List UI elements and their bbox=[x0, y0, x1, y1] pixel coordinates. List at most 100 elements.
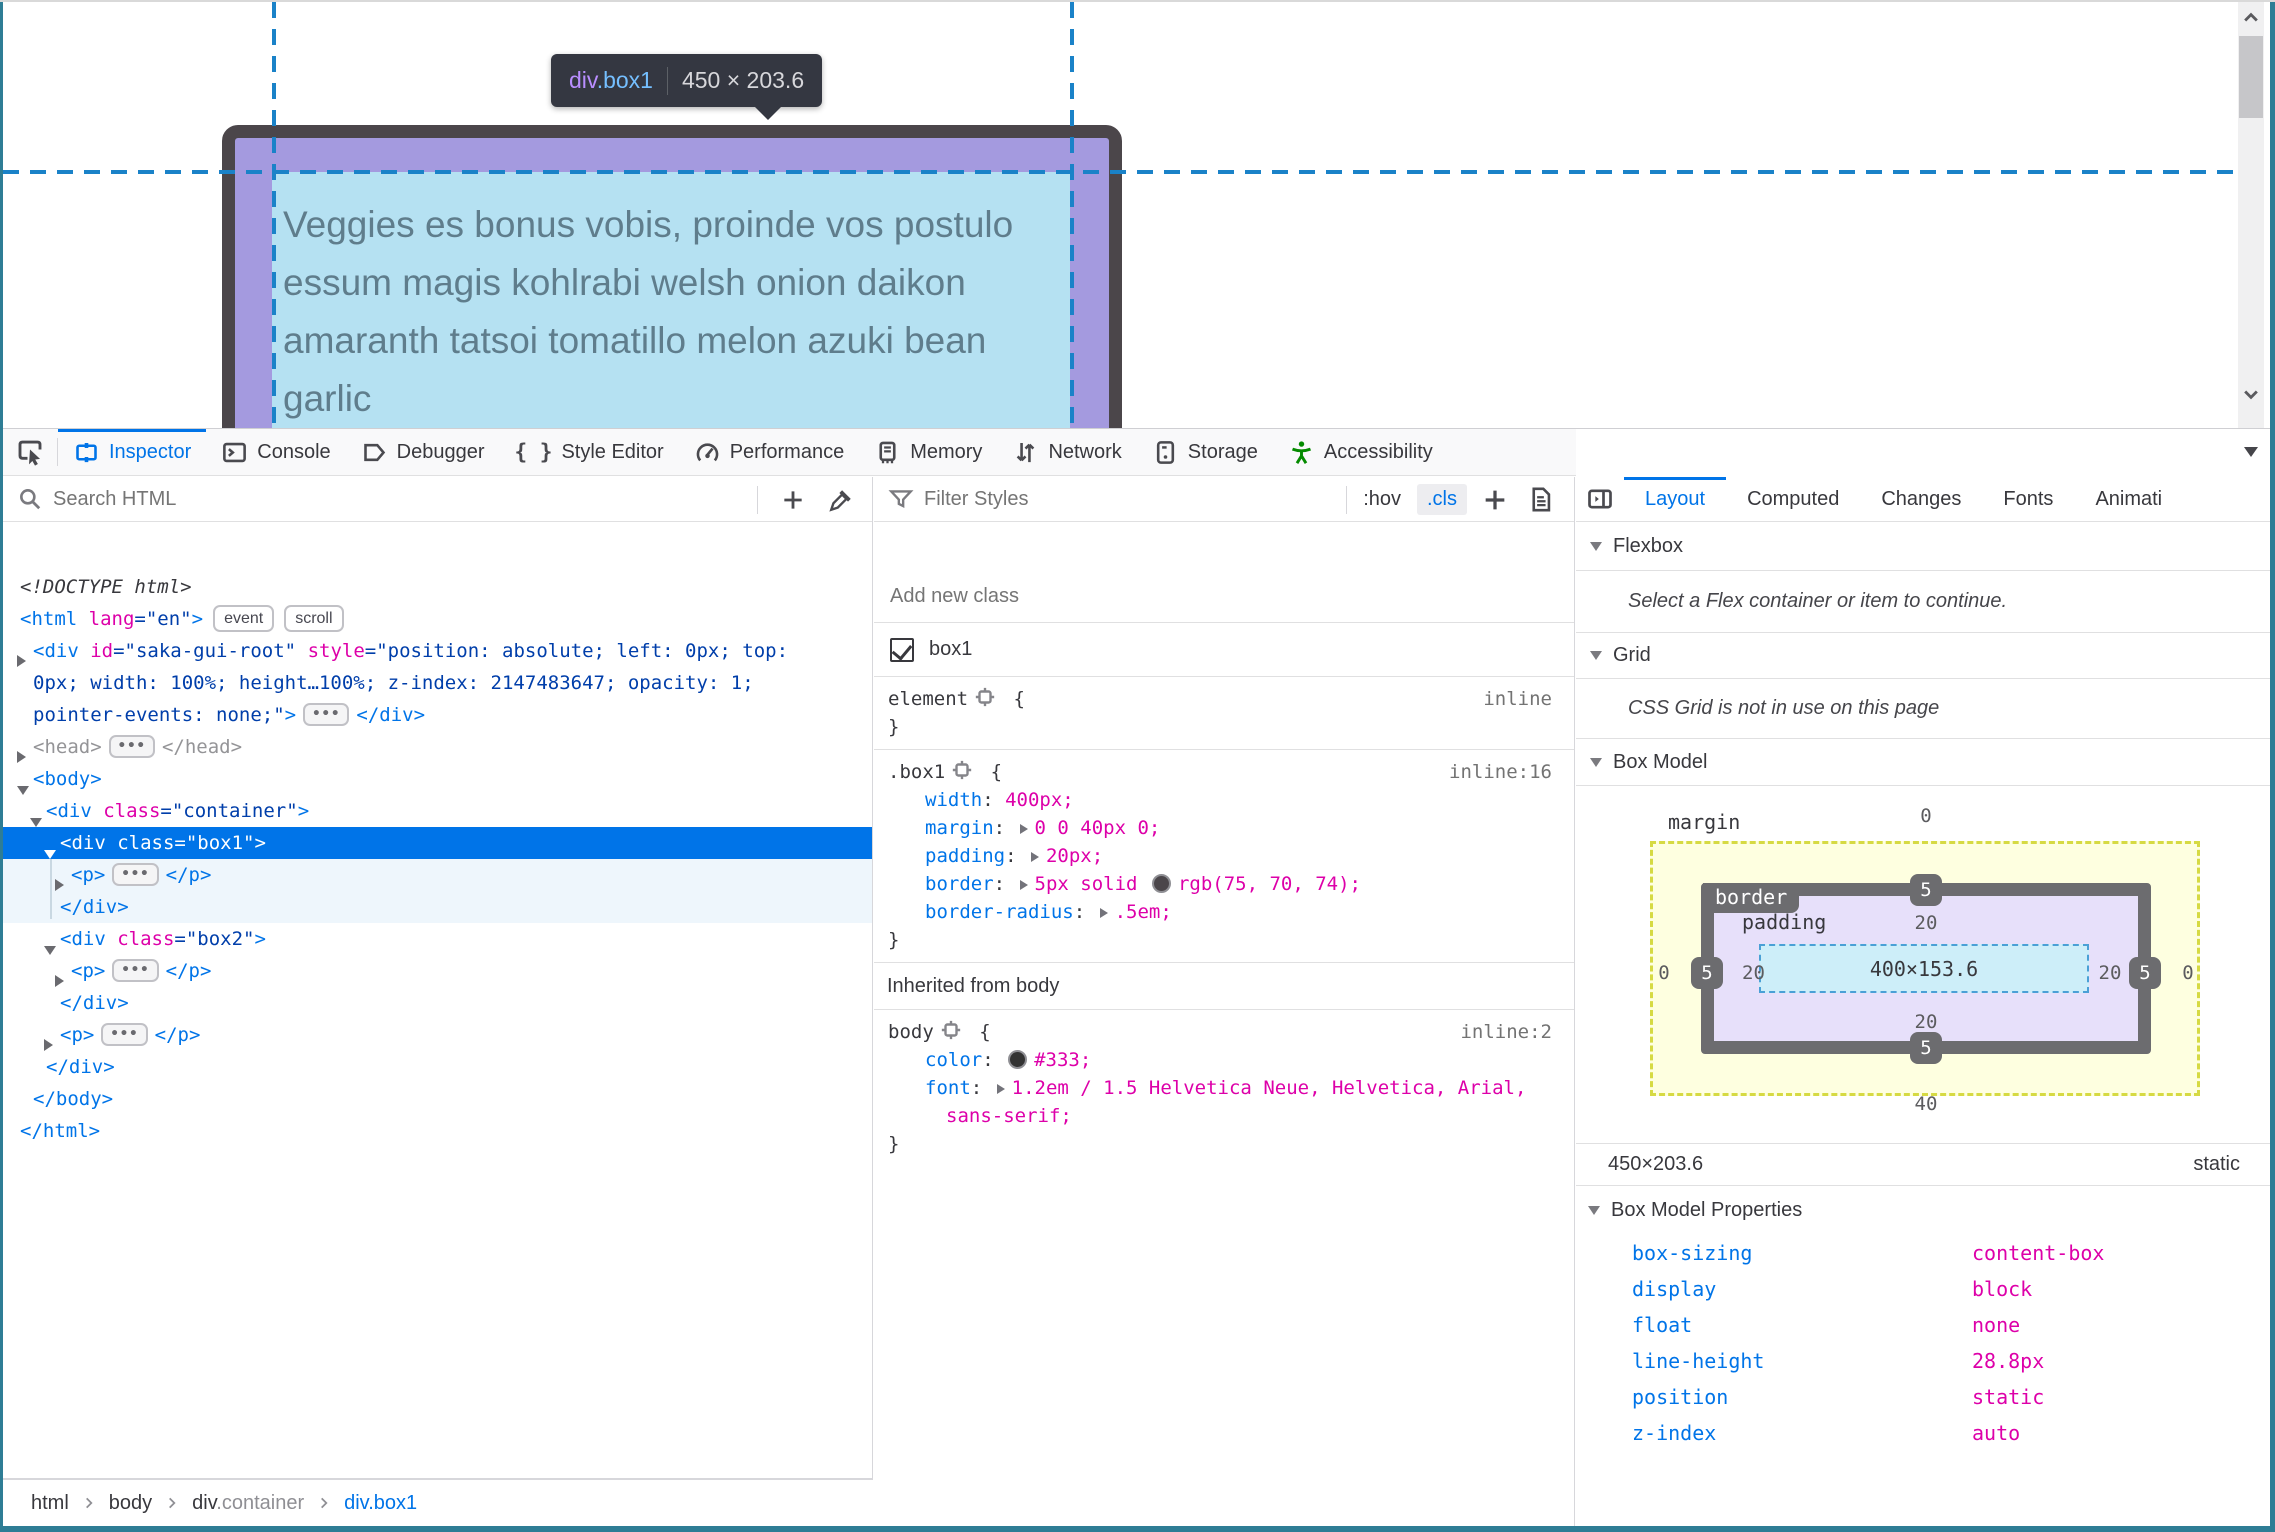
sidebar-tab-changes[interactable]: Changes bbox=[1860, 477, 1982, 521]
css-declaration[interactable]: border: 5px solid rgb(75, 70, 74); bbox=[874, 870, 1574, 898]
color-swatch[interactable] bbox=[1008, 1050, 1028, 1069]
breadcrumb-item[interactable]: body bbox=[109, 1492, 152, 1515]
expand-inline-icon[interactable]: ••• bbox=[108, 735, 155, 758]
padding-bottom-value[interactable]: 20 bbox=[1915, 1011, 1938, 1033]
markup-row-selected[interactable]: <div class="box1"> bbox=[3, 827, 872, 859]
expand-inline-icon[interactable]: ••• bbox=[112, 959, 159, 982]
shorthand-expander-icon[interactable] bbox=[1030, 852, 1039, 862]
flexbox-section-header[interactable]: Flexbox bbox=[1576, 523, 2270, 571]
markup-row[interactable]: <html lang="en"> event scroll bbox=[3, 603, 872, 635]
shorthand-expander-icon[interactable] bbox=[1019, 824, 1028, 834]
grid-section-header[interactable]: Grid bbox=[1576, 633, 2270, 679]
tab-style-editor[interactable]: { } Style Editor bbox=[500, 429, 679, 475]
markup-row[interactable]: </div> bbox=[3, 1051, 872, 1083]
stylesheet-link[interactable]: inline:16 bbox=[1449, 758, 1552, 786]
markup-row[interactable]: 0px; width: 100%; height…100%; z-index: … bbox=[3, 667, 872, 699]
print-media-icon[interactable] bbox=[1523, 486, 1558, 513]
box-model-section-header[interactable]: Box Model bbox=[1576, 739, 2270, 786]
scroll-up-icon[interactable] bbox=[2239, 6, 2263, 30]
search-input[interactable]: Search HTML bbox=[53, 488, 176, 511]
sidebar-tab-layout[interactable]: Layout bbox=[1624, 477, 1727, 521]
eyedropper-icon[interactable] bbox=[828, 487, 854, 513]
box-model-content-region[interactable]: 400×153.6 bbox=[1759, 944, 2089, 993]
class-toggle-button[interactable]: .cls bbox=[1417, 484, 1467, 515]
markup-row[interactable]: pointer-events: none;"> ••• </div> bbox=[3, 699, 872, 731]
color-swatch[interactable] bbox=[1151, 874, 1171, 893]
event-badge[interactable]: event bbox=[213, 605, 275, 632]
sidebar-tab-animati[interactable]: Animati bbox=[2074, 477, 2183, 521]
border-bottom-value[interactable]: 5 bbox=[1910, 1032, 1942, 1064]
tab-accessibility[interactable]: Accessibility bbox=[1273, 429, 1448, 475]
stylesheet-link[interactable]: inline:2 bbox=[1460, 1018, 1552, 1046]
expand-inline-icon[interactable]: ••• bbox=[101, 1023, 148, 1046]
tab-performance[interactable]: Performance bbox=[679, 429, 860, 475]
shorthand-expander-icon[interactable] bbox=[996, 1084, 1005, 1094]
sidebar-tab-fonts[interactable]: Fonts bbox=[1982, 477, 2074, 521]
add-node-icon[interactable] bbox=[780, 487, 806, 513]
expand-inline-icon[interactable]: ••• bbox=[303, 703, 350, 726]
padding-top-value[interactable]: 20 bbox=[1915, 912, 1938, 934]
add-new-class-input[interactable]: Add new class bbox=[890, 585, 1019, 608]
stylesheet-link[interactable]: inline bbox=[1483, 685, 1552, 713]
shorthand-expander-icon[interactable] bbox=[1019, 880, 1028, 890]
padding-left-value[interactable]: 20 bbox=[1742, 962, 1765, 984]
expand-inline-icon[interactable]: ••• bbox=[112, 863, 159, 886]
margin-top-value[interactable]: 0 bbox=[1920, 805, 1931, 827]
sidebar-tab-computed[interactable]: Computed bbox=[1726, 477, 1860, 521]
box-model-property-row[interactable]: box-sizing content-box bbox=[1576, 1235, 2270, 1271]
class-checkbox[interactable] bbox=[890, 637, 914, 662]
pseudo-class-button[interactable]: :hov bbox=[1355, 484, 1409, 515]
page-scrollbar[interactable] bbox=[2238, 2, 2264, 428]
markup-row[interactable]: </div> bbox=[3, 891, 872, 923]
markup-row[interactable]: <p> ••• </p> bbox=[3, 1019, 872, 1051]
margin-left-value[interactable]: 0 bbox=[1658, 962, 1669, 984]
markup-row[interactable]: <!DOCTYPE html> bbox=[3, 571, 872, 603]
shorthand-expander-icon[interactable] bbox=[1099, 908, 1108, 918]
breadcrumb-item[interactable]: div.box1 bbox=[344, 1492, 417, 1515]
markup-row[interactable]: </html> bbox=[3, 1115, 872, 1147]
markup-row[interactable]: </body> bbox=[3, 1083, 872, 1115]
rule-selector[interactable]: element { bbox=[874, 685, 1574, 713]
tab-console[interactable]: Console bbox=[206, 429, 345, 475]
markup-row[interactable]: <body> bbox=[3, 763, 872, 795]
filter-styles-input[interactable]: Filter Styles bbox=[924, 488, 1028, 511]
expand-sidebar-icon[interactable] bbox=[1576, 477, 1624, 521]
breadcrumb-item[interactable]: html bbox=[31, 1492, 69, 1515]
markup-row[interactable]: <div class="container"> bbox=[3, 795, 872, 827]
css-declaration[interactable]: font: 1.2em / 1.5 Helvetica Neue, Helvet… bbox=[874, 1074, 1574, 1102]
padding-right-value[interactable]: 20 bbox=[2099, 962, 2122, 984]
box-model-property-row[interactable]: line-height 28.8px bbox=[1576, 1343, 2270, 1379]
margin-bottom-value[interactable]: 40 bbox=[1915, 1093, 1938, 1115]
box-model-properties-header[interactable]: Box Model Properties bbox=[1576, 1186, 2270, 1235]
markup-row[interactable]: <p> ••• </p> bbox=[3, 955, 872, 987]
tab-debugger[interactable]: Debugger bbox=[346, 429, 500, 475]
markup-row[interactable]: </div> bbox=[3, 987, 872, 1019]
css-declaration[interactable]: padding: 20px; bbox=[874, 842, 1574, 870]
all-tabs-dropdown-icon[interactable] bbox=[2244, 447, 2258, 457]
markup-row[interactable]: <div id="saka-gui-root" style="position:… bbox=[3, 635, 872, 667]
box-model-property-row[interactable]: z-index auto bbox=[1576, 1415, 2270, 1451]
scroll-down-icon[interactable] bbox=[2239, 382, 2263, 406]
css-declaration[interactable]: margin: 0 0 40px 0; bbox=[874, 814, 1574, 842]
scroll-badge[interactable]: scroll bbox=[284, 605, 344, 632]
add-rule-icon[interactable] bbox=[1475, 486, 1515, 514]
box-model-property-row[interactable]: position static bbox=[1576, 1379, 2270, 1415]
tab-network[interactable]: Network bbox=[997, 429, 1136, 475]
node-picker-icon[interactable] bbox=[3, 429, 57, 475]
border-left-value[interactable]: 5 bbox=[1691, 957, 1723, 989]
css-declaration[interactable]: border-radius: .5em; bbox=[874, 898, 1574, 926]
markup-row[interactable]: <div class="box2"> bbox=[3, 923, 872, 955]
markup-row[interactable]: <p> ••• </p> bbox=[3, 859, 872, 891]
markup-search-bar[interactable]: Search HTML bbox=[3, 477, 872, 522]
tab-inspector[interactable]: Inspector bbox=[58, 429, 207, 475]
markup-row[interactable]: <head> ••• </head> bbox=[3, 731, 872, 763]
border-top-value[interactable]: 5 bbox=[1910, 874, 1942, 906]
tab-memory[interactable]: Memory bbox=[859, 429, 997, 475]
margin-right-value[interactable]: 0 bbox=[2182, 962, 2193, 984]
box-model-property-row[interactable]: display block bbox=[1576, 1271, 2270, 1307]
breadcrumb-item[interactable]: div.container bbox=[192, 1492, 304, 1515]
border-right-value[interactable]: 5 bbox=[2129, 957, 2161, 989]
tab-storage[interactable]: Storage bbox=[1137, 429, 1273, 475]
scrollbar-thumb[interactable] bbox=[2239, 36, 2263, 118]
css-declaration[interactable]: width: 400px; bbox=[874, 786, 1574, 814]
